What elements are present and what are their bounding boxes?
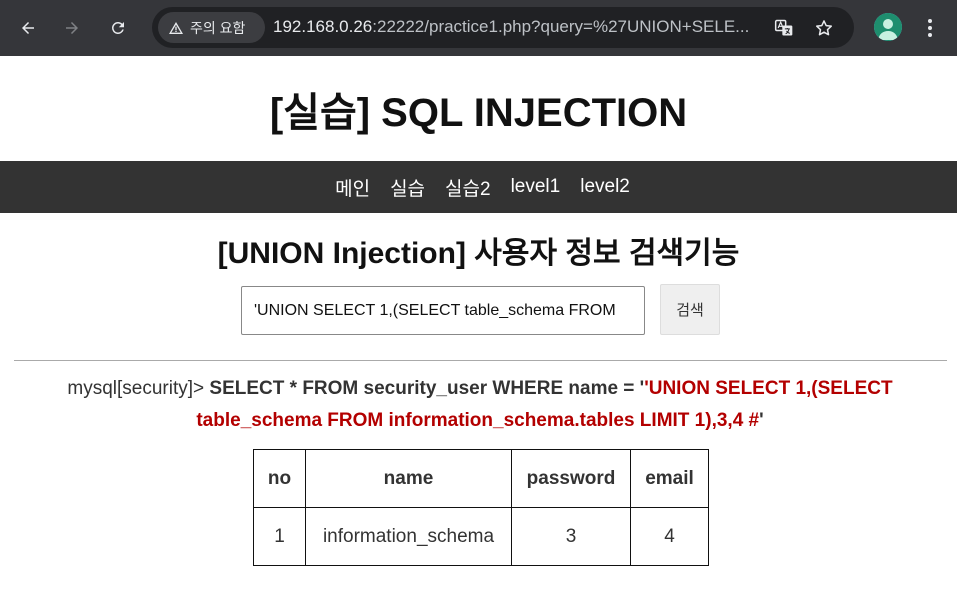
nav-link-level2[interactable]: level2 [580, 176, 630, 198]
site-header: [실습] SQL INJECTION [0, 56, 957, 161]
url-host: 192.168.0.26 [273, 17, 373, 36]
menu-dot-icon [928, 19, 932, 23]
menu-button[interactable] [918, 14, 942, 42]
warning-icon [169, 21, 183, 34]
security-warning-chip[interactable]: 주의 요함 [158, 12, 265, 43]
cell-name: information_schema [305, 507, 512, 566]
table-row: 1 information_schema 3 4 [253, 507, 709, 566]
back-button[interactable] [12, 12, 44, 44]
query-base-sql: SELECT * FROM security_user WHERE name =… [209, 378, 645, 399]
reload-button[interactable] [102, 12, 134, 44]
star-icon [816, 20, 832, 36]
cell-password: 3 [511, 507, 631, 566]
nav-link-level1[interactable]: level1 [511, 176, 561, 198]
nav-link-practice[interactable]: 실습 [390, 174, 425, 201]
table-header-row: no name password email [253, 449, 709, 508]
translate-icon [774, 19, 793, 36]
column-header-email: email [630, 449, 709, 508]
results-table: no name password email 1 information_sch… [253, 449, 709, 566]
main-nav: 메인 실습 실습2 level1 level2 [0, 161, 957, 213]
person-icon [874, 13, 902, 41]
arrow-left-icon [22, 22, 34, 34]
security-warning-label: 주의 요함 [190, 19, 246, 36]
section-title: [UNION Injection] 사용자 정보 검색기능 [217, 237, 740, 270]
column-header-no: no [253, 449, 306, 508]
forward-button[interactable] [56, 12, 88, 44]
column-header-password: password [511, 449, 631, 508]
nav-link-main[interactable]: 메인 [335, 174, 370, 201]
cell-no: 1 [253, 507, 306, 566]
site-title: [실습] SQL INJECTION [269, 90, 688, 135]
search-button[interactable]: 검색 [660, 284, 720, 335]
column-header-name: name [305, 449, 512, 508]
arrow-right-icon [66, 22, 78, 34]
url-text[interactable]: 192.168.0.26:22222/practice1.php?query=%… [273, 17, 763, 39]
address-bar[interactable]: 주의 요함 192.168.0.26:22222/practice1.php?q… [152, 7, 854, 48]
query-closing-quote: ' [759, 410, 764, 431]
mysql-prompt: mysql[security]> [67, 378, 210, 399]
profile-avatar[interactable] [874, 13, 902, 41]
cell-email: 4 [630, 507, 709, 566]
url-path: :22222/practice1.php?query=%27UNION+SELE… [372, 17, 750, 36]
browser-toolbar: 주의 요함 192.168.0.26:22222/practice1.php?q… [0, 0, 957, 56]
search-input[interactable] [241, 286, 645, 335]
translate-button[interactable] [772, 16, 796, 40]
nav-link-practice2[interactable]: 실습2 [445, 174, 491, 201]
reload-icon [111, 21, 124, 34]
menu-dot-icon [928, 33, 932, 37]
divider [14, 360, 947, 361]
bookmark-button[interactable] [812, 16, 836, 40]
query-display: mysql[security]> SELECT * FROM security_… [30, 373, 930, 437]
menu-dot-icon [928, 26, 932, 30]
